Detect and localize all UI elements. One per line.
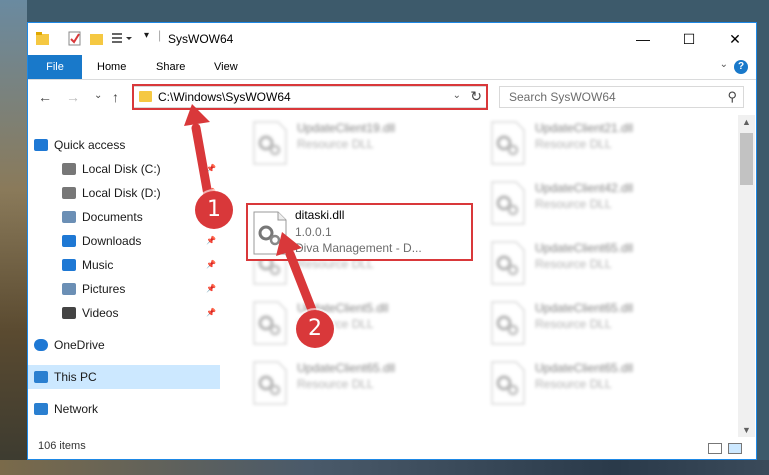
annotation-arrows bbox=[184, 104, 317, 315]
arrow-1-head bbox=[184, 104, 210, 126]
arrow-2-shaft bbox=[285, 249, 317, 315]
arrow-1-shaft bbox=[191, 123, 213, 200]
step-2-badge: 2 bbox=[296, 310, 334, 348]
step-1-badge: 1 bbox=[195, 191, 233, 229]
